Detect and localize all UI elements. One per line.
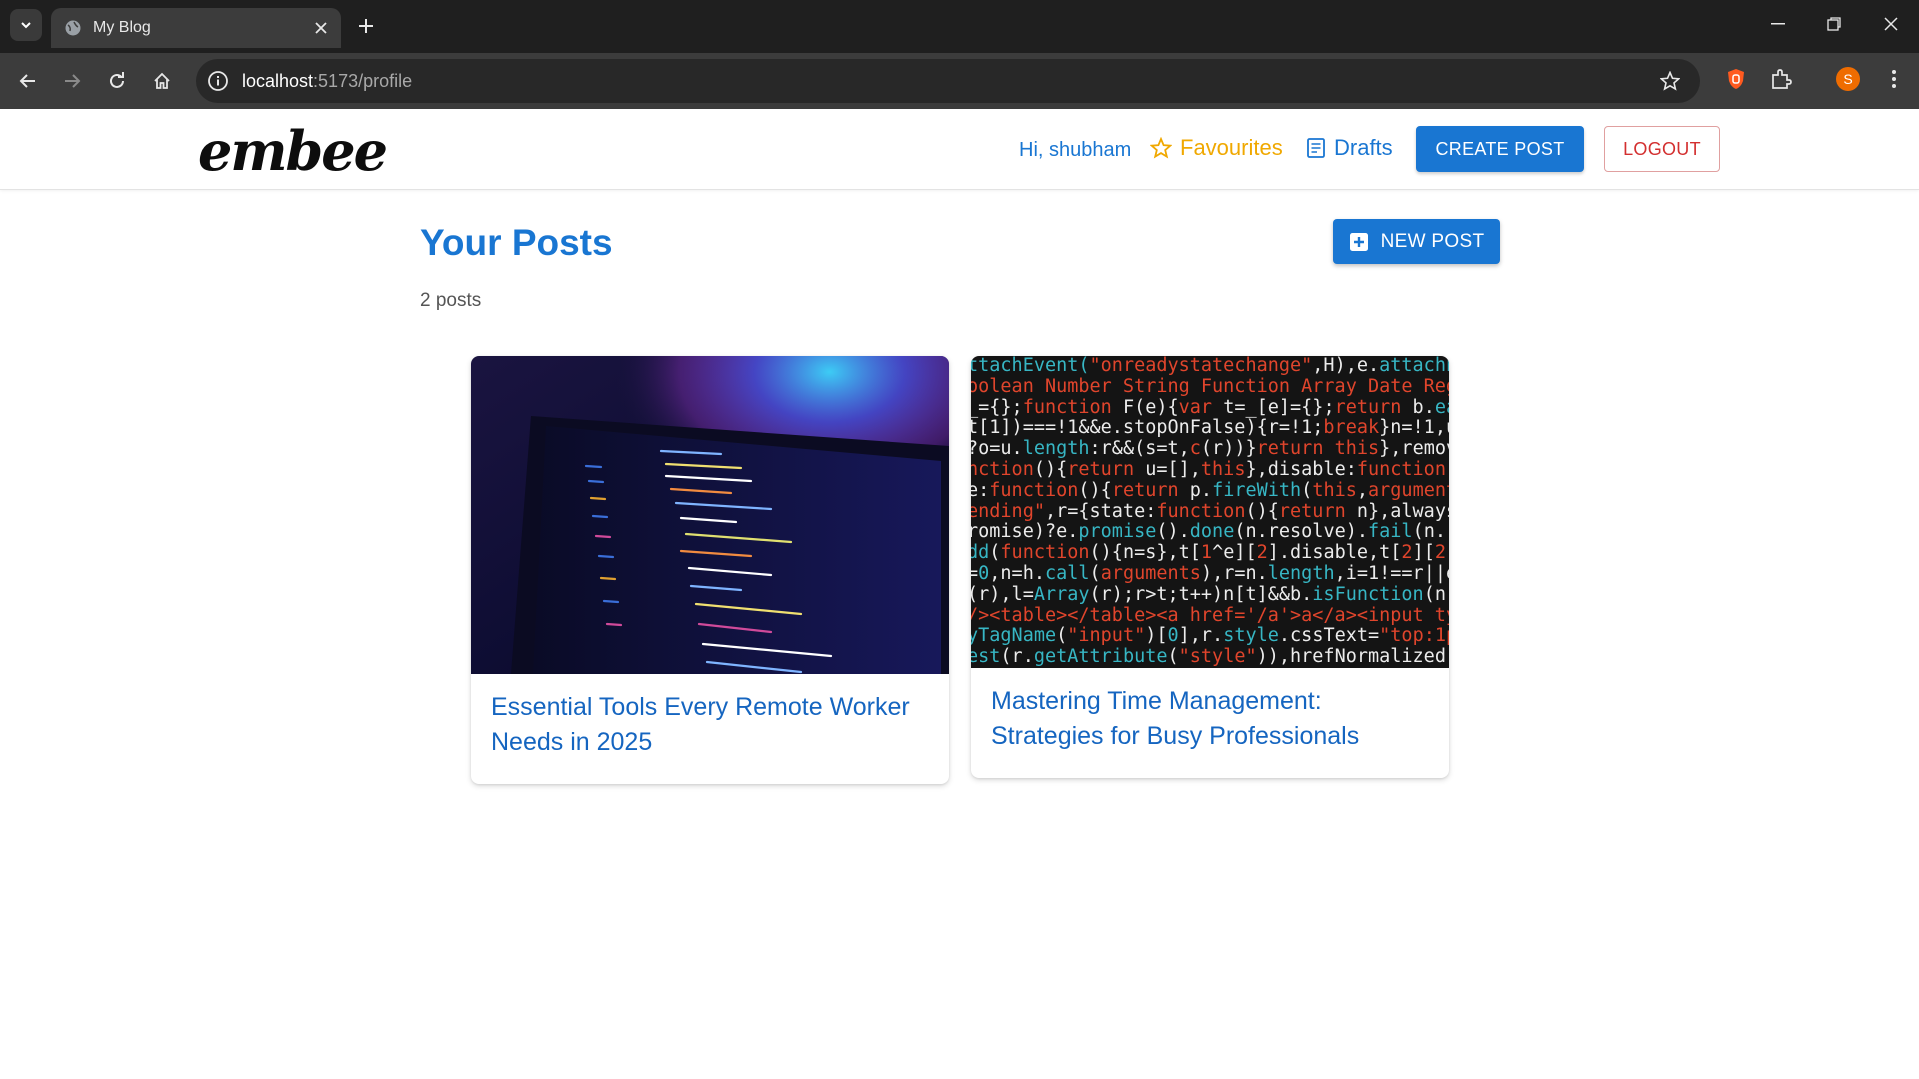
back-button[interactable] (12, 65, 44, 97)
browser-tab-bar: My Blog (0, 0, 1919, 53)
chevron-down-icon (21, 22, 31, 29)
restore-icon (1827, 17, 1841, 31)
post-thumbnail-code-image: ttachEvent("onreadystatechange",H),e.att… (971, 356, 1449, 668)
forward-button[interactable] (56, 65, 88, 97)
post-count: 2 posts (420, 290, 482, 311)
url-text: localhost:5173/profile (242, 71, 412, 92)
post-card[interactable]: Essential Tools Every Remote Worker Need… (471, 356, 949, 784)
site-logo[interactable]: embee (198, 119, 388, 183)
new-post-label: NEW POST (1380, 230, 1485, 252)
drafts-link[interactable]: Drafts (1306, 135, 1393, 161)
tab-search-button[interactable] (10, 9, 42, 41)
menu-kebab-icon[interactable] (1882, 67, 1906, 91)
minimize-button[interactable] (1750, 0, 1806, 48)
browser-tab[interactable]: My Blog (51, 8, 341, 48)
tab-title: My Blog (93, 19, 151, 36)
home-icon (154, 72, 170, 89)
bookmark-star-icon[interactable] (1656, 67, 1684, 95)
site-header: embee Hi, shubham Favourites Drafts CREA… (0, 109, 1919, 190)
favourites-label: Favourites (1180, 135, 1283, 160)
address-bar[interactable]: localhost:5173/profile (196, 59, 1700, 103)
extension-shield-icon[interactable] (1724, 67, 1748, 91)
post-title[interactable]: Essential Tools Every Remote Worker Need… (471, 674, 949, 776)
add-box-icon (1349, 232, 1368, 251)
page-title: Your Posts (420, 222, 613, 263)
post-thumbnail-laptop-image (471, 356, 949, 674)
reload-button[interactable] (101, 65, 133, 97)
arrow-left-icon (19, 74, 35, 88)
home-button[interactable] (146, 65, 178, 97)
close-tab-icon[interactable] (307, 14, 335, 42)
post-title[interactable]: Mastering Time Management: Strategies fo… (971, 668, 1449, 770)
drafts-label: Drafts (1334, 135, 1393, 160)
plus-icon (359, 19, 373, 33)
close-window-button[interactable] (1863, 0, 1919, 48)
browser-toolbar: localhost:5173/profile S (0, 53, 1919, 109)
favourites-link[interactable]: Favourites (1150, 135, 1283, 161)
url-path: :5173/profile (313, 71, 413, 91)
site-info-icon[interactable] (204, 67, 232, 95)
star-icon (1150, 137, 1172, 159)
logout-button[interactable]: LOGOUT (1604, 126, 1720, 172)
extensions-puzzle-icon[interactable] (1769, 67, 1793, 91)
post-card[interactable]: ttachEvent("onreadystatechange",H),e.att… (971, 356, 1449, 778)
close-icon (1884, 17, 1898, 31)
minimize-icon (1771, 23, 1785, 25)
document-icon (1307, 138, 1325, 158)
create-post-button[interactable]: CREATE POST (1416, 126, 1584, 172)
url-host: localhost (242, 71, 314, 91)
reload-icon (110, 72, 124, 88)
globe-icon (63, 18, 83, 38)
restore-button[interactable] (1806, 0, 1862, 48)
new-post-button[interactable]: NEW POST (1333, 219, 1500, 264)
profile-avatar[interactable]: S (1836, 67, 1860, 91)
arrow-right-icon (65, 74, 81, 88)
new-tab-button[interactable] (350, 10, 382, 42)
user-greeting: Hi, shubham (1019, 139, 1132, 161)
